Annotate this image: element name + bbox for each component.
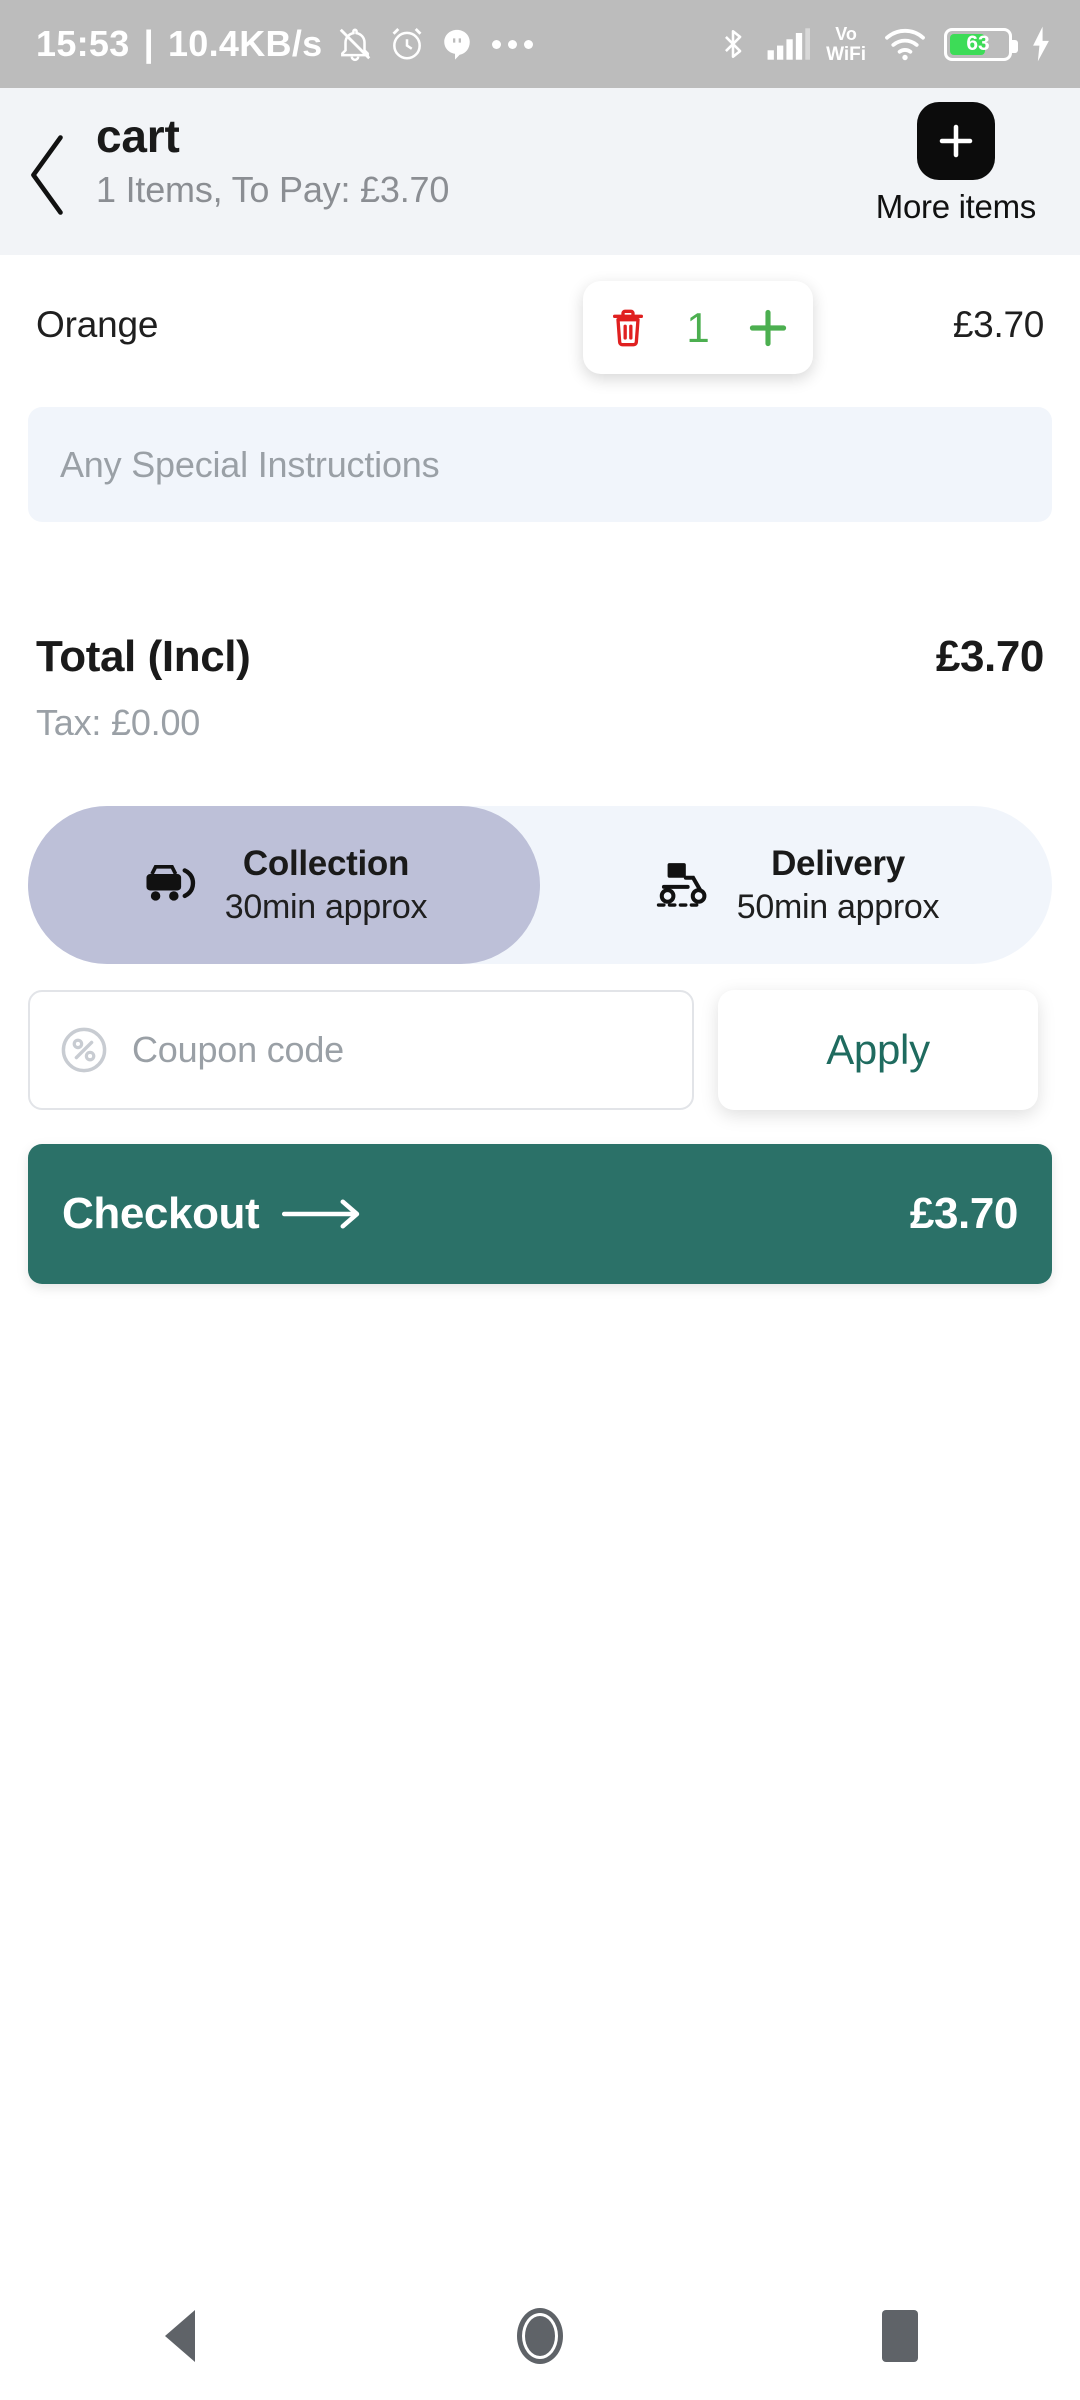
coupon-row: Coupon code Apply xyxy=(0,990,1080,1110)
plus-icon xyxy=(939,124,973,158)
vowifi-line1: Vo xyxy=(835,23,857,44)
fulfilment-option-collection[interactable]: Collection 30min approx xyxy=(28,806,540,964)
android-navigation-bar xyxy=(0,2272,1080,2400)
total-value: £3.70 xyxy=(935,632,1045,681)
more-items-button[interactable]: More items xyxy=(876,102,1036,226)
special-instructions-placeholder: Any Special Instructions xyxy=(60,443,440,485)
nav-recents-square-icon xyxy=(882,2310,918,2362)
apply-label: Apply xyxy=(826,1026,930,1073)
delete-item-button[interactable] xyxy=(597,281,659,374)
total-label: Total (Incl) xyxy=(36,632,251,681)
trash-icon xyxy=(612,309,643,346)
scooter-delivery-icon xyxy=(656,863,707,907)
checkout-left: Checkout xyxy=(62,1189,365,1239)
page-subtitle: 1 Items, To Pay: £3.70 xyxy=(96,168,450,210)
collection-eta: 30min approx xyxy=(224,887,428,926)
page-title: cart xyxy=(96,110,180,162)
phone-screen: 15:53 | 10.4KB/s Vo WiFi 63 cart 1 Items… xyxy=(0,0,1080,2400)
signal-icon xyxy=(767,28,811,60)
checkout-button[interactable]: Checkout £3.70 xyxy=(28,1144,1052,1284)
nav-recents-button[interactable] xyxy=(825,2272,975,2400)
nav-home-button[interactable] xyxy=(465,2272,615,2400)
cart-item-name: Orange xyxy=(36,304,159,345)
status-separator: | xyxy=(143,23,154,64)
apply-coupon-button[interactable]: Apply xyxy=(718,990,1038,1110)
nav-home-circle-icon xyxy=(517,2308,563,2364)
coupon-placeholder: Coupon code xyxy=(132,1029,344,1070)
increment-quantity-button[interactable] xyxy=(737,281,799,374)
fulfilment-option-delivery[interactable]: Delivery 50min approx xyxy=(540,806,1052,964)
collection-text: Collection 30min approx xyxy=(224,843,428,927)
delivery-text: Delivery 50min approx xyxy=(736,843,940,927)
arrow-right-icon xyxy=(282,1199,360,1229)
totals-section: Total (Incl) £3.70 Tax: £0.00 xyxy=(0,632,1080,744)
plus-icon xyxy=(750,309,787,346)
nav-back-button[interactable] xyxy=(105,2272,255,2400)
network-speed: 10.4KB/s xyxy=(167,23,323,64)
vowifi-line2: WiFi xyxy=(826,43,866,65)
delivery-eta: 50min approx xyxy=(736,887,940,926)
bluetooth-icon xyxy=(725,29,742,59)
status-bar: 15:53 | 10.4KB/s Vo WiFi 63 xyxy=(0,0,1080,88)
back-button[interactable] xyxy=(0,88,96,255)
nav-back-triangle-icon xyxy=(165,2310,195,2362)
status-bar-right: Vo WiFi 63 xyxy=(716,25,1054,64)
notification-muted-icon xyxy=(340,28,371,62)
wifi-icon xyxy=(885,28,925,61)
status-bar-left: 15:53 | 10.4KB/s xyxy=(36,23,534,65)
vowifi-icon: Vo WiFi xyxy=(826,25,866,64)
more-dots-icon xyxy=(492,39,534,49)
battery-icon: 63 xyxy=(944,27,1018,61)
quantity-value: 1 xyxy=(686,303,710,351)
coupon-input[interactable]: Coupon code xyxy=(28,990,694,1110)
cart-item-row: Orange 1 £3.70 xyxy=(0,255,1080,395)
special-instructions-input[interactable]: Any Special Instructions xyxy=(28,407,1052,522)
battery-level: 63 xyxy=(966,32,990,55)
cart-content: Orange 1 £3.70 Any Special Instructions … xyxy=(0,255,1080,1284)
more-items-label: More items xyxy=(875,188,1037,225)
percent-circle-icon xyxy=(61,1027,107,1073)
quantity-stepper: 1 xyxy=(583,281,813,374)
fulfilment-toggle: Collection 30min approx Delivery 50min a… xyxy=(28,806,1052,964)
more-items-plus-icon xyxy=(916,102,995,180)
app-header: cart 1 Items, To Pay: £3.70 More items xyxy=(0,88,1080,255)
car-collection-icon xyxy=(146,864,195,901)
header-titles: cart 1 Items, To Pay: £3.70 xyxy=(96,88,449,211)
hangouts-icon xyxy=(444,29,471,60)
chevron-left-icon xyxy=(31,134,63,215)
checkout-amount: £3.70 xyxy=(909,1189,1019,1238)
alarm-icon xyxy=(392,27,422,60)
total-row: Total (Incl) £3.70 xyxy=(36,632,1044,682)
collection-label: Collection xyxy=(242,843,410,883)
checkout-label: Checkout xyxy=(62,1189,260,1238)
delivery-label: Delivery xyxy=(771,843,905,883)
cart-item-price: £3.70 xyxy=(952,304,1044,345)
status-clock: 15:53 xyxy=(36,23,130,64)
charging-icon xyxy=(1033,26,1049,62)
tax-label: Tax: £0.00 xyxy=(36,702,201,743)
